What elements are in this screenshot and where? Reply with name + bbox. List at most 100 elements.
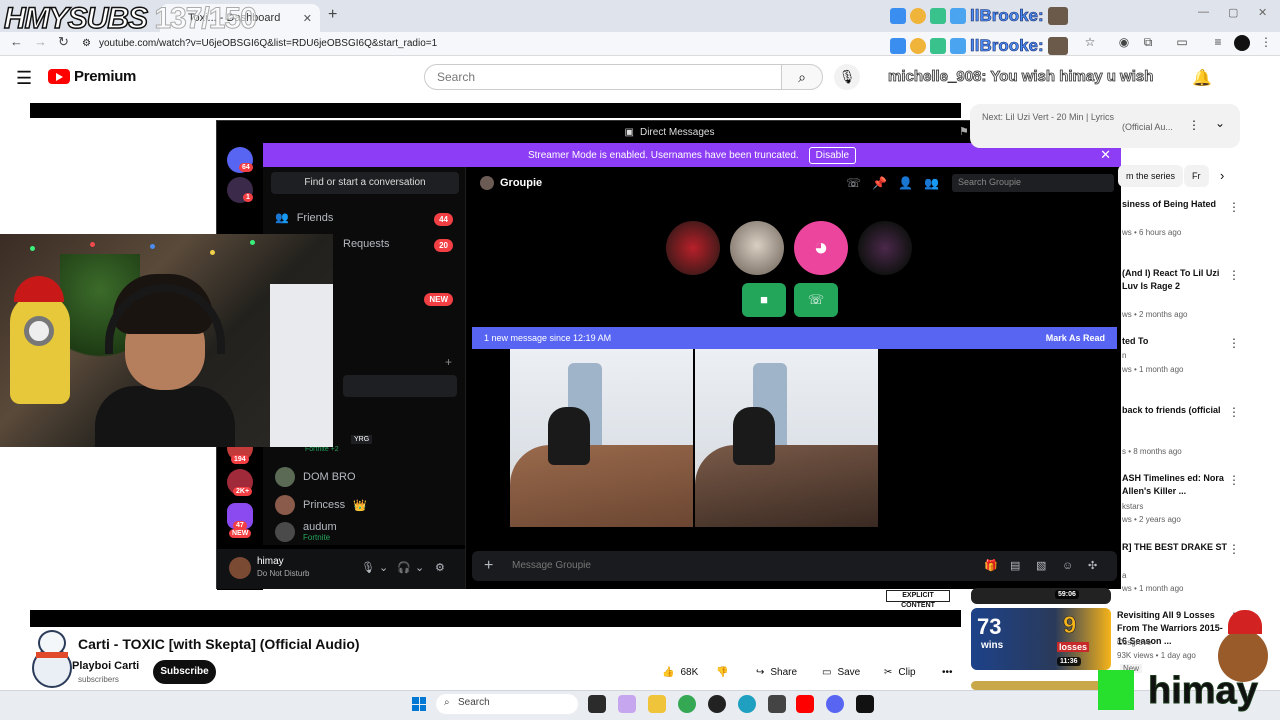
close-window-icon[interactable]: ✕ [1258,6,1267,19]
call-participant-avatar[interactable] [858,221,912,275]
mic-icon[interactable]: 🎙 [361,561,375,574]
obs-icon[interactable] [708,695,726,713]
maximize-icon[interactable]: ▢ [1228,6,1238,19]
rec-menu-icon[interactable]: ⋮ [1228,336,1240,350]
rec-title[interactable]: (And I) React To Lil Uzi Luv Is Rage 2 [1122,267,1228,293]
dm-item[interactable]: Princess 👑 [275,495,455,515]
chevron-down-icon[interactable]: ⌄ [415,561,424,574]
banner-close-icon[interactable]: ✕ [1100,147,1111,163]
rec-menu-icon[interactable]: ⋮ [1228,405,1240,419]
bookmark-star-icon[interactable]: ☆ [1082,35,1098,51]
rec-menu-icon[interactable]: ⋮ [1228,542,1240,556]
edge-icon[interactable] [738,695,756,713]
selected-dm-item[interactable] [343,375,457,397]
more-options-icon[interactable]: ⋮ [1188,118,1200,132]
youtube-app-icon[interactable] [796,695,814,713]
message-input[interactable]: + Message Groupie 🎁 ▤ ▧ ☺ ✣ [472,551,1117,581]
hamburger-menu-icon[interactable]: ☰ [16,68,32,89]
dm-item[interactable]: DOM BRO [275,467,455,487]
emoji-icon[interactable]: ☺ [1062,551,1073,581]
pin-icon[interactable]: 📌 [872,176,887,190]
find-conversation-input[interactable]: Find or start a conversation [271,172,459,194]
cast-icon[interactable]: ▭ [1174,35,1190,51]
close-tab-icon[interactable]: ✕ [303,12,312,25]
file-explorer-icon[interactable] [648,695,666,713]
dislike-button[interactable]: 👎 [716,660,728,684]
save-button[interactable]: ▭ Save [822,660,860,684]
notifications-bell-icon[interactable]: 🔔 [1192,68,1212,88]
url-field[interactable]: ⚙ youtube.com/watch?v=U6jeOBSGI6Q&list=R… [82,34,882,52]
voice-call-button[interactable]: ☏ [794,283,838,317]
search-button[interactable]: ⌕ [781,64,823,90]
add-attachment-icon[interactable]: + [484,551,493,581]
rec-title[interactable]: R] THE BEST DRAKE ST [1122,541,1228,554]
image-attachment[interactable] [695,349,878,527]
video-thumbnail[interactable]: 73 wins 9 losses [971,608,1111,670]
headset-icon[interactable]: 🎧 [397,561,411,574]
extensions-puzzle-icon[interactable]: ⧉ [1140,35,1156,51]
image-attachment[interactable] [510,349,693,527]
video-call-button[interactable]: ■ [742,283,786,317]
video-thumbnail[interactable] [971,681,1111,690]
minimize-icon[interactable]: — [1198,6,1209,18]
chevron-right-icon[interactable]: › [1220,168,1224,183]
channel-name[interactable]: Playboi Carti [72,660,139,672]
apps-icon[interactable]: ✣ [1088,551,1097,581]
browser-menu-icon[interactable]: ⋮ [1258,35,1274,51]
chevron-down-icon[interactable]: ⌄ [379,561,388,574]
discord-logo-avatar[interactable]: ◕ [794,221,848,275]
profile-avatar[interactable] [1234,35,1250,51]
inbox-icon[interactable]: ⚑ [959,125,969,138]
app-icon[interactable] [768,695,786,713]
forward-icon[interactable]: → [34,34,47,49]
epic-games-icon[interactable] [856,695,874,713]
media-icon[interactable]: ≡ [1210,35,1226,51]
chrome-icon[interactable] [678,695,696,713]
add-friends-icon[interactable]: 👤 [898,176,913,190]
reload-icon[interactable]: ↻ [58,34,69,50]
chevron-down-icon[interactable]: ⌄ [1215,116,1225,130]
rec-title[interactable]: ASH Timelines ed: Nora Allen's Killer ..… [1122,472,1228,498]
new-messages-bar[interactable]: 1 new message since 12:19 AM Mark As Rea… [472,327,1117,349]
share-button[interactable]: ↪ Share [756,660,797,684]
disable-streamer-mode-button[interactable]: Disable [808,146,857,164]
user-avatar[interactable] [229,557,251,579]
site-info-icon[interactable]: ⚙ [82,38,91,49]
rec-menu-icon[interactable]: ⋮ [1228,200,1240,214]
clip-button[interactable]: ✂ Clip [884,660,916,684]
windows-start-icon[interactable] [412,697,426,711]
rec-title[interactable]: back to friends (official [1122,404,1228,417]
search-input[interactable]: Search [424,64,782,90]
gift-icon[interactable]: 🎁 [984,551,998,581]
extension-icon[interactable]: ◉ [1116,35,1132,51]
call-participant-avatar[interactable] [666,221,720,275]
chat-search-input[interactable]: Search Groupie [952,174,1114,192]
filter-chip[interactable]: Fr [1184,165,1209,187]
video-thumbnail[interactable] [971,588,1111,604]
member-list-icon[interactable]: 👥 [924,176,939,190]
more-actions-icon[interactable]: ••• [942,660,953,684]
dm-item[interactable]: audum Fortnite [275,521,455,542]
back-icon[interactable]: ← [10,34,23,49]
create-dm-icon[interactable]: + [445,355,452,369]
like-button[interactable]: 👍 68K [662,660,698,684]
rec-menu-icon[interactable]: ⋮ [1228,473,1240,487]
call-icon[interactable]: ☏ [846,176,861,190]
rec-title[interactable]: ted To [1122,335,1228,348]
call-participant-avatar[interactable] [730,221,784,275]
new-tab-button[interactable]: + [328,6,337,24]
mark-as-read-button[interactable]: Mark As Read [1046,333,1105,343]
friends-item[interactable]: 👥 Friends [275,211,455,225]
rec-menu-icon[interactable]: ⋮ [1228,268,1240,282]
voice-search-button[interactable]: 🎙 [834,64,860,90]
task-view-icon[interactable] [588,695,606,713]
subscribe-button[interactable]: Subscribe [153,660,216,684]
discord-app-icon[interactable] [826,695,844,713]
settings-gear-icon[interactable]: ⚙ [435,561,445,574]
rec-title[interactable]: siness of Being Hated [1122,198,1228,211]
copilot-icon[interactable] [618,695,636,713]
gif-icon[interactable]: ▤ [1010,551,1020,581]
youtube-logo[interactable]: Premium [48,68,136,85]
taskbar-search[interactable]: ⌕ Search [436,694,578,714]
sticker-icon[interactable]: ▧ [1036,551,1046,581]
